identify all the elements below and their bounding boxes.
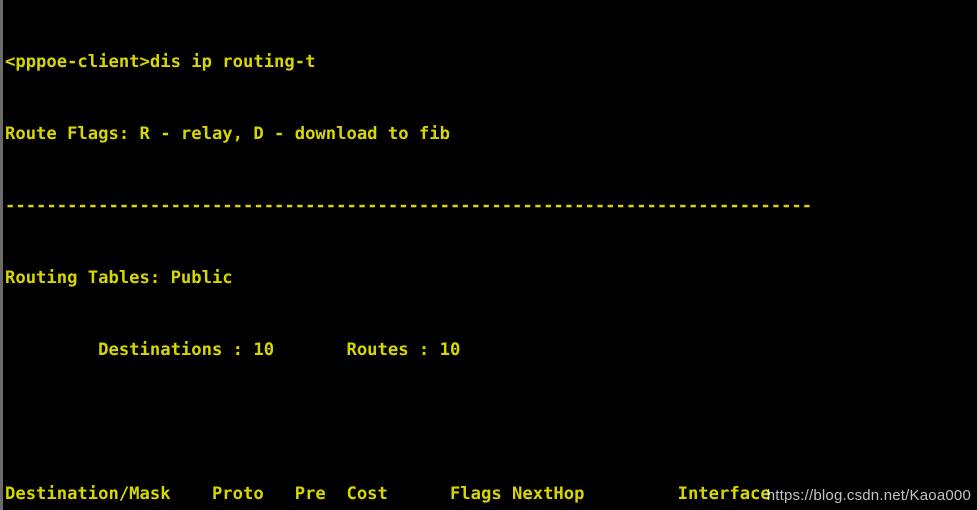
- prompt-line: <pppoe-client>dis ip routing-t: [5, 52, 316, 72]
- table-header-line: Destination/Mask Proto Pre Cost Flags Ne…: [5, 484, 771, 504]
- terminal-window[interactable]: <pppoe-client>dis ip routing-t Route Fla…: [0, 0, 977, 510]
- route-flags-line: Route Flags: R - relay, D - download to …: [5, 124, 450, 144]
- summary-line: Destinations : 10 Routes : 10: [5, 340, 461, 360]
- separator-line: ----------------------------------------…: [5, 196, 813, 216]
- blank-line-1: [5, 410, 977, 434]
- terminal-screen[interactable]: <pppoe-client>dis ip routing-t Route Fla…: [3, 0, 977, 510]
- routing-tables-title: Routing Tables: Public: [5, 268, 233, 288]
